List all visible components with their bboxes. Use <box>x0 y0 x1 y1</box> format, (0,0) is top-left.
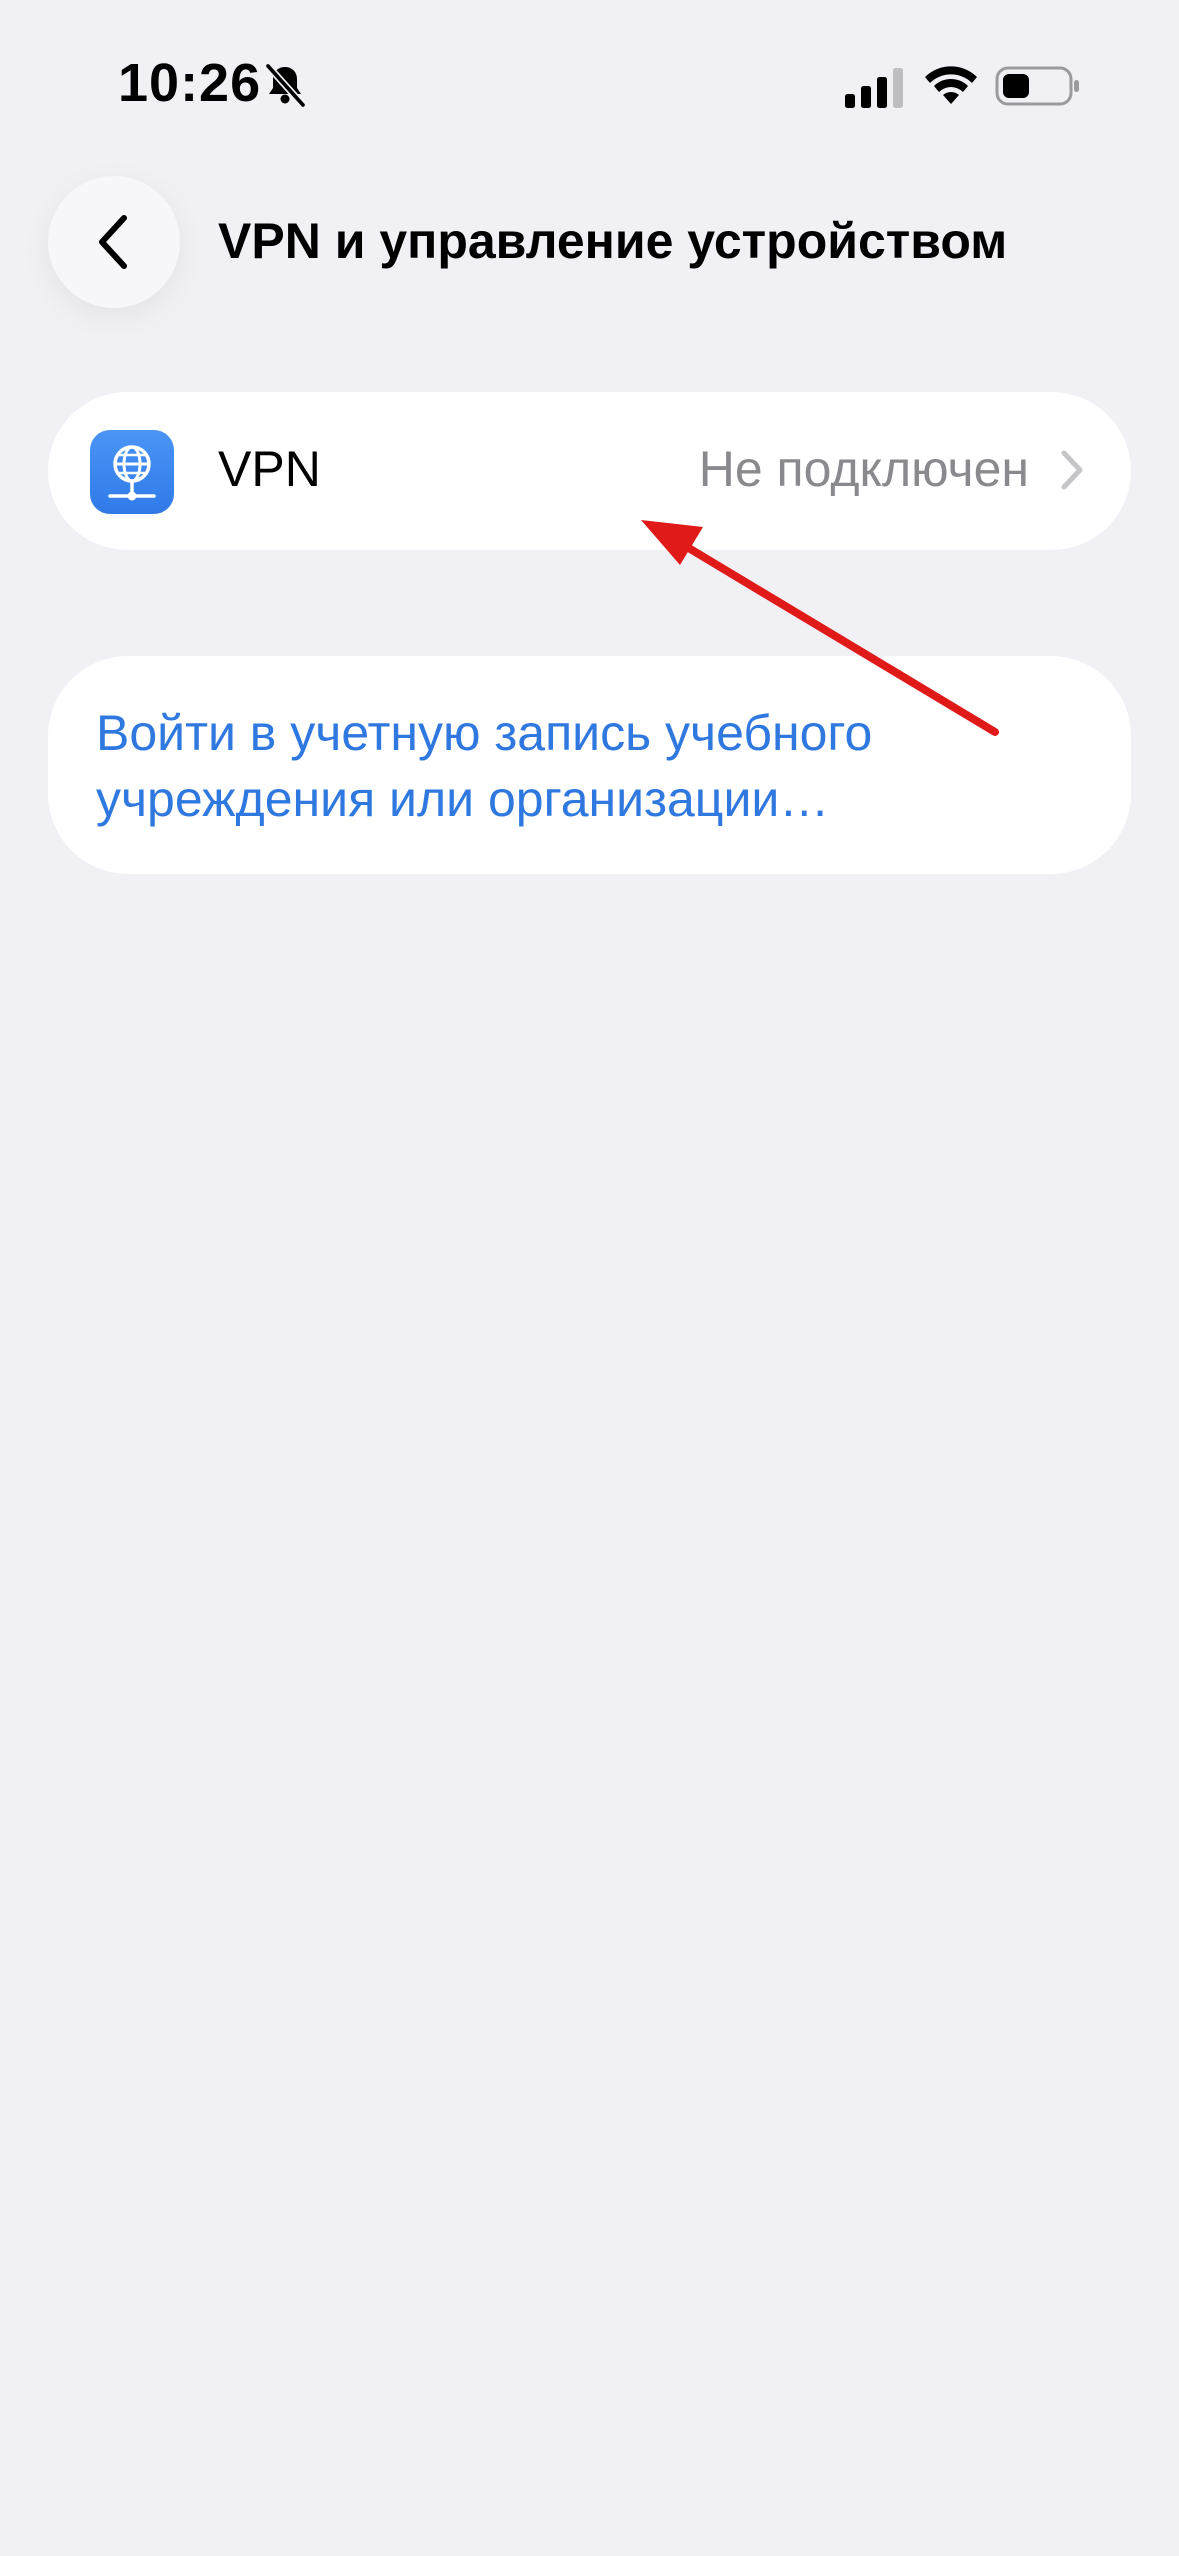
chevron-left-icon <box>99 215 127 269</box>
globe-network-icon <box>90 430 174 514</box>
signin-organization-link[interactable]: Войти в учетную запись учебного учрежден… <box>96 700 1056 832</box>
wifi-icon <box>925 66 977 104</box>
back-button[interactable] <box>48 176 180 308</box>
vpn-status: Не подключен <box>698 441 1029 497</box>
vpn-label: VPN <box>218 441 321 497</box>
status-time: 10:26 <box>118 53 262 113</box>
bell-slash-icon <box>264 62 307 108</box>
cellular-signal-icon <box>845 68 903 108</box>
vpn-row[interactable]: VPN Не подключен <box>48 392 1131 550</box>
chevron-right-icon <box>1061 450 1083 490</box>
status-bar: 10:26 <box>0 0 1179 170</box>
signin-card: Войти в учетную запись учебного учрежден… <box>48 656 1131 874</box>
annotation-arrow <box>641 520 999 736</box>
page-title: VPN и управление устройством <box>218 213 1008 269</box>
battery-icon <box>995 66 1079 106</box>
